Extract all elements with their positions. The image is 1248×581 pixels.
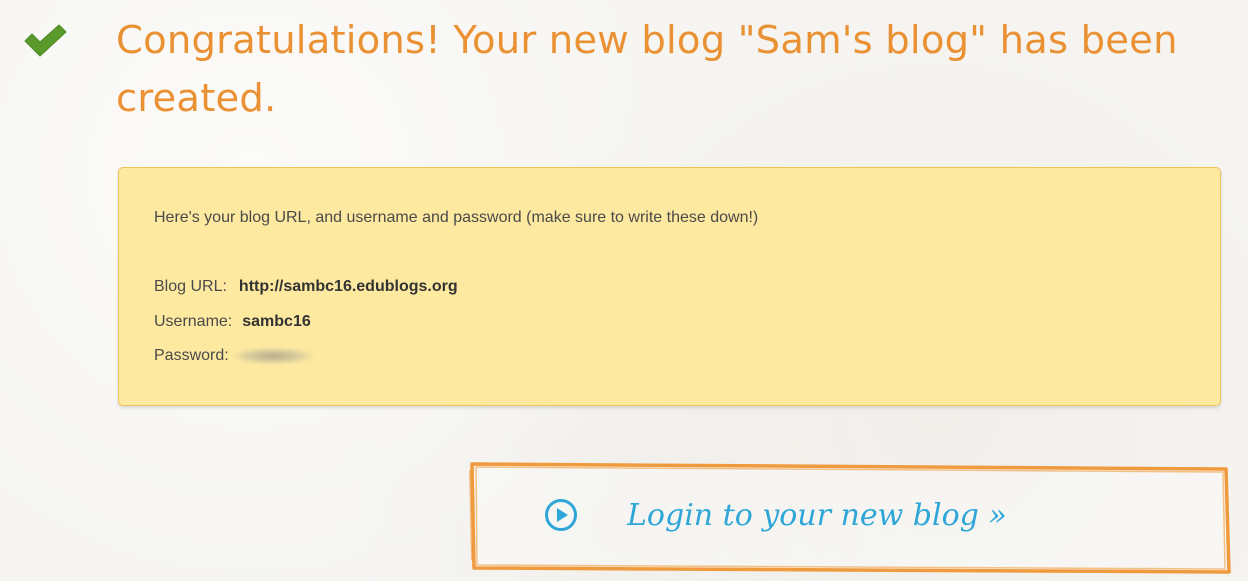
blog-url-value: http://sambc16.edublogs.org bbox=[238, 278, 458, 295]
login-button-label: Login to your new blog » bbox=[627, 498, 1007, 533]
password-row: Password: bbox=[154, 347, 313, 365]
blog-url-label: Blog URL: bbox=[154, 278, 227, 295]
page-title: Congratulations! Your new blog "Sam's bl… bbox=[116, 18, 1178, 121]
play-circle-icon bbox=[545, 499, 577, 531]
blog-url-row: Blog URL: http://sambc16.edublogs.org bbox=[154, 278, 458, 296]
username-value: sambc16 bbox=[242, 313, 311, 330]
blog-details-box: Here's your blog URL, and username and p… bbox=[118, 167, 1221, 406]
username-row: Username: sambc16 bbox=[154, 313, 311, 331]
checkmark-icon bbox=[24, 24, 67, 57]
password-label: Password: bbox=[154, 347, 229, 364]
password-value-redacted bbox=[232, 347, 313, 364]
username-label: Username: bbox=[154, 313, 233, 330]
instructions-text: Here's your blog URL, and username and p… bbox=[154, 209, 759, 226]
login-to-blog-button[interactable]: Login to your new blog » bbox=[466, 460, 1232, 576]
